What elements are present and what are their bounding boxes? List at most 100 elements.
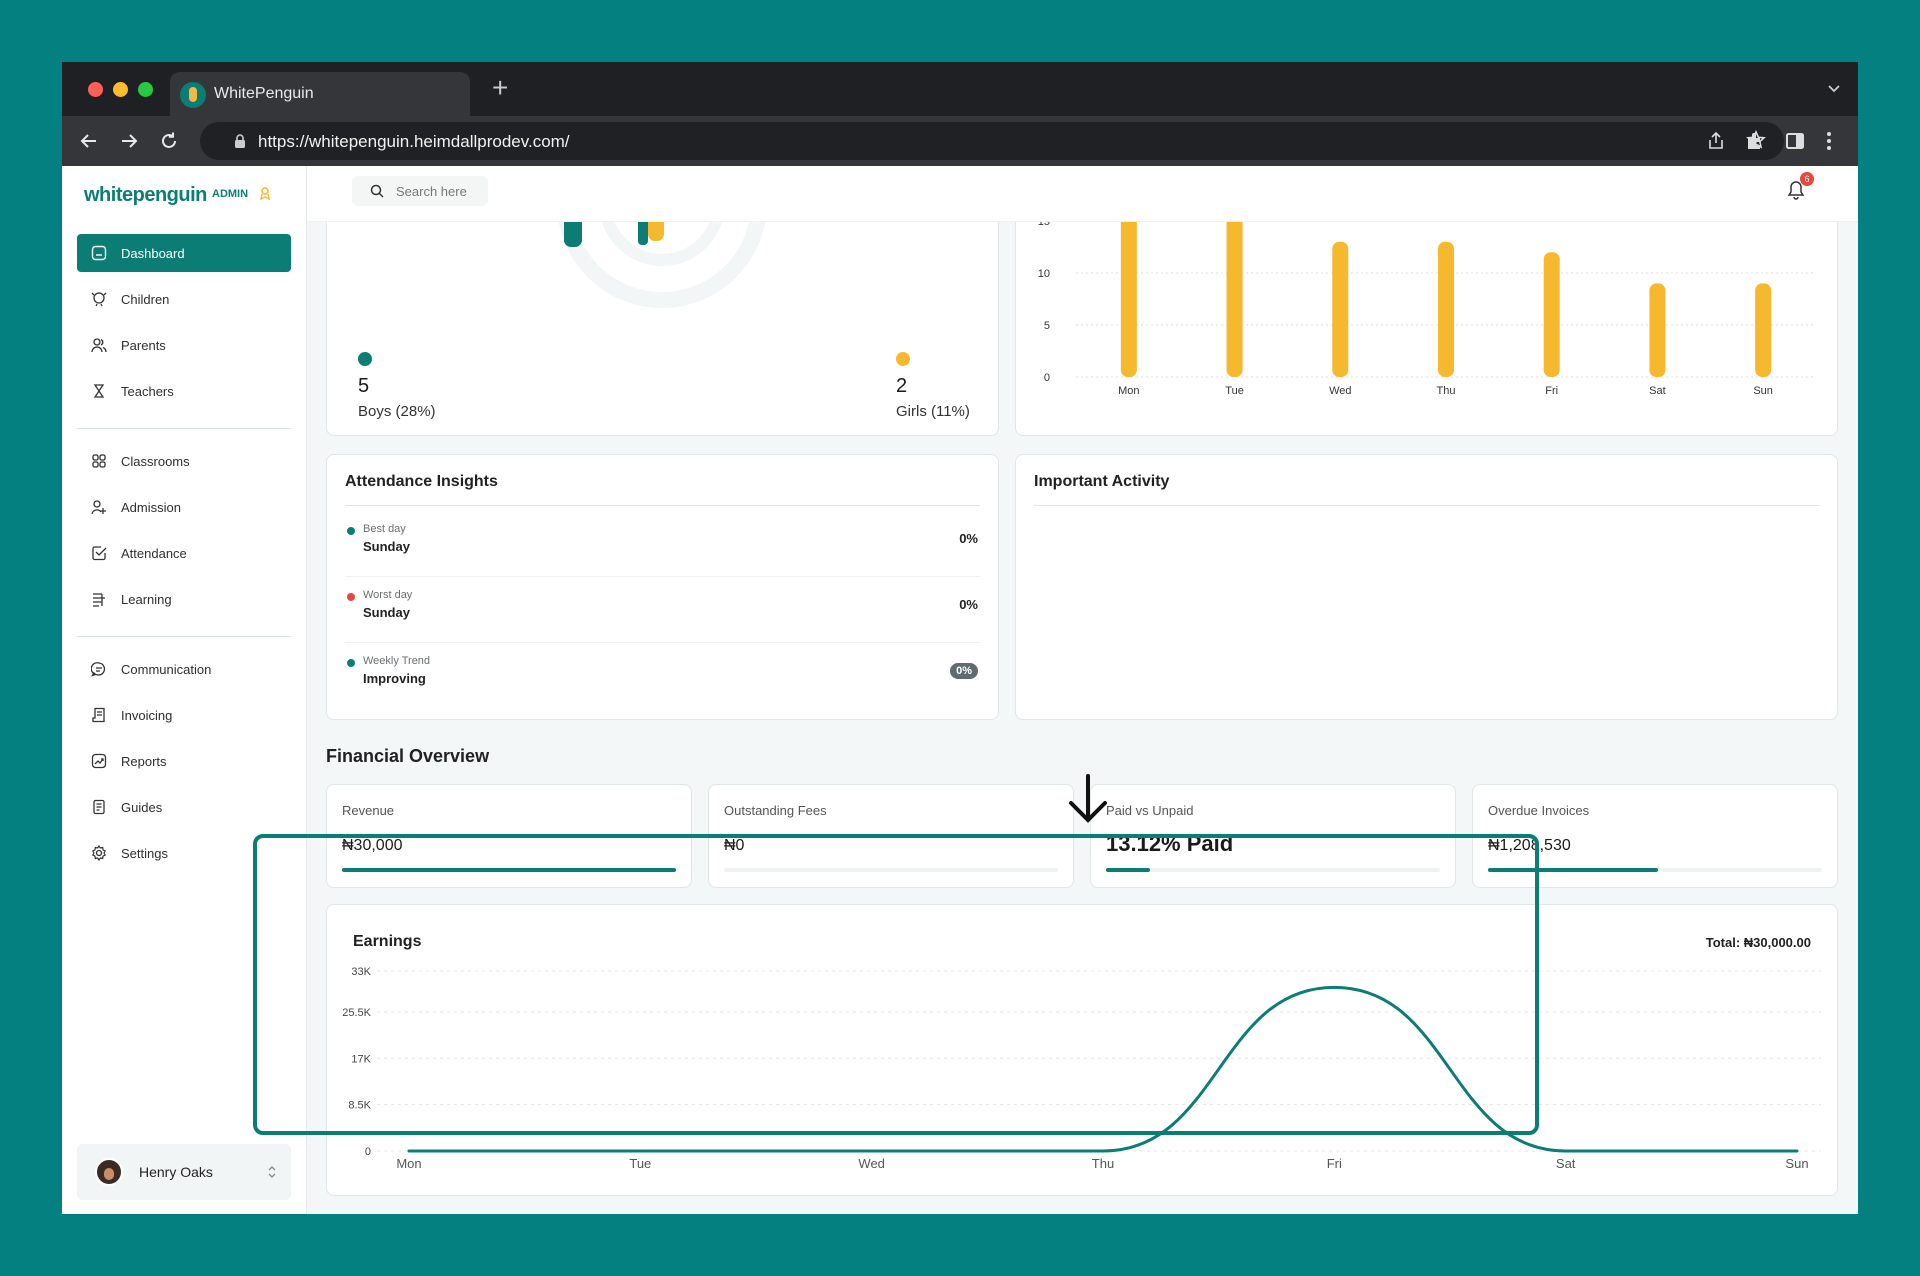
book-icon [93,593,105,607]
sidebar-item-communication[interactable]: Communication [77,650,291,688]
attendance-bar [1120,222,1137,377]
sidebar-item-label: Children [121,292,170,307]
attendance-bar-card: 0 5 10 15 Mon Tue Wed Thu Fri Sat Sun [1015,222,1838,436]
sidebar-item-admission[interactable]: Admission [77,488,291,526]
sidebar-item-label: Attendance [121,546,187,561]
girls-donut-segment [648,222,664,241]
sidebar-item-label: Guides [121,800,163,815]
sidebar-item-parents[interactable]: Parents [77,326,291,364]
earnings-data-point [1564,1149,1568,1153]
earnings-highlight-frame [253,834,1539,1135]
search-icon [370,184,384,198]
sidebar-item-invoicing[interactable]: Invoicing [77,696,291,734]
line-xtick-label: Sat [1556,1156,1576,1171]
sidebar-item-guides[interactable]: Guides [77,788,291,826]
sidebar-item-teachers[interactable]: Teachers [77,372,291,410]
sidebar-item-label: Admission [121,500,181,515]
penguin-favicon-icon [180,82,206,108]
boys-donut-segment-2 [638,222,648,245]
line-xtick-label: Mon [396,1156,421,1171]
brand-logo[interactable]: whitepenguin [84,184,207,207]
child-icon [91,292,107,307]
important-activity-title: Important Activity [1034,473,1170,490]
fin-card-label: Paid vs Unpaid [1106,803,1194,818]
bar-xtick-label: Mon [1118,385,1139,397]
attendance-bar [1332,241,1349,377]
status-dot [347,659,355,667]
attendance-bar [1755,283,1772,377]
gender-donut-chart [558,222,766,308]
grid-icon [92,454,106,468]
address-bar: https://whitepenguin.heimdallprodev.com/ [62,116,1858,166]
chart-icon [91,753,107,769]
back-arrow-icon[interactable] [78,130,100,152]
chevron-down-icon[interactable] [1828,82,1840,94]
girls-count: 2 [896,375,908,397]
bar-xtick-label: Wed [1329,385,1351,397]
girls-label: Girls (11%) [896,403,970,420]
sidebar-item-classrooms[interactable]: Classrooms [77,442,291,480]
important-activity-card: Important Activity [1015,454,1838,720]
chevron-updown-icon [268,1166,276,1178]
sidebar-item-label: Settings [121,846,168,861]
browser-menu-icon[interactable] [1824,130,1834,152]
admin-badge-icon [260,187,270,200]
bar-ytick-label: 10 [1038,268,1050,280]
side-panel-icon[interactable] [1784,130,1806,152]
girls-legend-dot [896,352,910,366]
fin-card-label: Revenue [342,803,395,818]
sidebar-item-label: Classrooms [121,454,190,469]
notification-count-badge: 6 [1800,172,1814,186]
bar-xtick-label: Sat [1649,385,1666,397]
user-plus-icon [91,500,106,515]
extensions-puzzle-icon[interactable] [1744,130,1766,152]
sidebar-item-dashboard[interactable]: Dashboard [77,234,291,272]
sidebar-item-learning[interactable]: Learning [77,580,291,618]
arrow-down-icon [1069,774,1107,823]
attendance-bar-chart: 0 5 10 15 Mon Tue Wed Thu Fri Sat Sun [1038,222,1816,397]
line-xtick-label: Wed [858,1156,885,1171]
top-bar: Search here 6 [307,166,1858,222]
status-dot [347,527,355,535]
sidebar-item-children[interactable]: Children [77,280,291,318]
insight-value: 0% [959,597,978,612]
new-tab-button[interactable]: + [492,74,508,102]
teacher-icon [93,384,105,398]
insight-row-best-day: Best day Sunday 0% [345,511,980,577]
search-input[interactable]: Search here [352,176,488,206]
attendance-bar [1543,252,1560,377]
close-window-icon[interactable] [88,82,103,97]
insight-sub: Weekly Trend [363,655,431,667]
sidebar-item-attendance[interactable]: Attendance [77,534,291,572]
sidebar-item-reports[interactable]: Reports [77,742,291,780]
check-square-icon [92,546,107,561]
url-bar[interactable]: https://whitepenguin.heimdallprodev.com/ [200,122,1784,160]
boys-label: Boys (28%) [358,403,436,420]
earnings-data-point [407,1149,411,1153]
boys-legend-dot [358,352,372,366]
user-menu[interactable]: Henry Oaks [77,1144,291,1200]
insight-value: 0% [959,531,978,546]
message-icon [91,662,106,677]
tab-bar: WhitePenguin + [62,62,1858,116]
sidebar-item-label: Dashboard [121,246,185,261]
browser-tab[interactable]: WhitePenguin [170,72,470,116]
earnings-data-point [870,1149,874,1153]
fin-card-label: Overdue Invoices [1488,803,1590,818]
minimize-window-icon[interactable] [113,82,128,97]
attendance-insights-card: Attendance Insights Best day Sunday 0% W… [326,454,999,720]
bar-ytick-label: 0 [1044,372,1050,384]
lock-icon [235,134,245,148]
maximize-window-icon[interactable] [138,82,153,97]
bar-ytick-label: 5 [1044,320,1050,332]
sidebar-item-label: Teachers [121,384,174,399]
earnings-data-point [1101,1149,1105,1153]
sidebar-item-label: Learning [121,592,172,607]
share-icon[interactable] [1706,131,1726,151]
boys-count: 5 [358,375,370,397]
forward-arrow-icon[interactable] [118,130,140,152]
user-name: Henry Oaks [139,1164,213,1180]
insight-main: Sunday [363,539,410,554]
reload-icon[interactable] [158,130,180,152]
gear-icon [91,845,107,861]
